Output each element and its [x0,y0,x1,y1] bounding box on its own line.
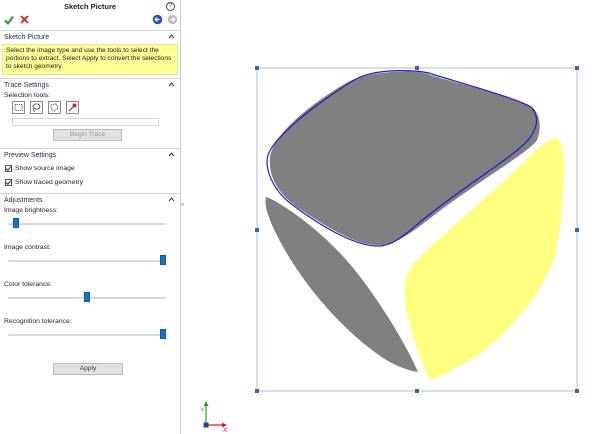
recognition-tolerance-label: Recognition tolerance: [4,318,72,325]
brightness-label: Image brightness: [4,207,59,214]
rectangle-select-icon[interactable] [12,101,25,114]
color-picker-icon[interactable] [66,101,79,114]
slider-track [8,334,166,336]
trace-settings-section: Trace Settings Selection tools: Begin Tr… [0,78,180,148]
begin-trace-button[interactable]: Begin Trace [53,129,122,141]
apply-button[interactable]: Apply [53,363,123,375]
instruction-message: Select the image type and use the tools … [2,44,178,75]
panel-title: Sketch Picture [63,2,117,11]
resize-handle[interactable] [575,389,579,393]
cancel-button[interactable] [20,15,29,24]
section-title: Preview Settings [4,152,57,159]
y-axis-label: Y [200,407,205,414]
sketch-picture-section: Sketch Picture Select the image type and… [0,30,180,78]
graphics-area[interactable]: Y X [182,0,600,434]
slider-thumb[interactable] [160,329,166,339]
selection-tools-label: Selection tools: [4,92,51,99]
recognition-tolerance-slider[interactable] [8,329,166,341]
selection-list[interactable] [12,118,159,126]
show-source-label: Show source image [15,165,75,172]
contrast-label: Image contrast: [4,244,51,251]
color-tolerance-label: Color tolerance: [4,281,52,288]
section-title: Adjustments [4,197,43,204]
section-title: Trace Settings [4,82,49,89]
lasso-select-icon[interactable] [30,101,43,114]
section-header[interactable]: Trace Settings [0,79,180,92]
slider-thumb[interactable] [160,255,166,265]
section-title: Sketch Picture [4,34,50,41]
resize-handle[interactable] [255,228,259,232]
resize-handle[interactable] [415,66,419,70]
resize-handle[interactable] [255,66,259,70]
section-header[interactable]: Sketch Picture [0,31,180,44]
chevron-up-icon[interactable] [168,82,175,87]
panel-actions [0,12,180,30]
resize-handle[interactable] [575,228,579,232]
slider-thumb[interactable] [84,292,90,302]
slider-track [8,223,166,225]
contrast-slider[interactable] [8,255,166,267]
sketch-viewport[interactable]: Y X [182,0,600,434]
brightness-slider[interactable] [8,218,166,230]
slider-track [8,260,166,262]
polygon-select-icon[interactable] [48,101,61,114]
property-manager-panel: Sketch Picture ? Sketch Picture Select t… [0,0,181,434]
resize-handle[interactable] [415,389,419,393]
section-header[interactable]: Adjustments [0,194,180,207]
selection-tools [0,99,180,117]
chevron-up-icon[interactable] [168,34,175,39]
preview-settings-section: Preview Settings Show source image Show … [0,148,180,193]
show-source-checkbox[interactable] [5,165,12,172]
show-traced-geometry-option[interactable]: Show traced geometry [0,176,180,190]
x-axis-label: X [223,427,228,434]
show-source-image-option[interactable]: Show source image [0,162,180,176]
slider-thumb[interactable] [13,218,19,228]
chevron-up-icon[interactable] [168,152,175,157]
adjustments-section: Adjustments Image brightness: Image cont… [0,193,180,381]
resize-handle[interactable] [575,66,579,70]
ok-button[interactable] [4,15,14,25]
show-traced-label: Show traced geometry [15,179,84,186]
axis-triad-icon: Y X [200,401,228,434]
show-traced-checkbox[interactable] [5,179,12,186]
color-tolerance-slider[interactable] [8,292,166,304]
help-icon[interactable]: ? [166,2,175,11]
panel-header: Sketch Picture ? [0,0,180,12]
resize-handle[interactable] [255,389,259,393]
chevron-up-icon[interactable] [168,197,175,202]
forward-icon[interactable] [167,14,178,25]
section-header[interactable]: Preview Settings [0,149,180,162]
back-icon[interactable] [152,14,163,25]
